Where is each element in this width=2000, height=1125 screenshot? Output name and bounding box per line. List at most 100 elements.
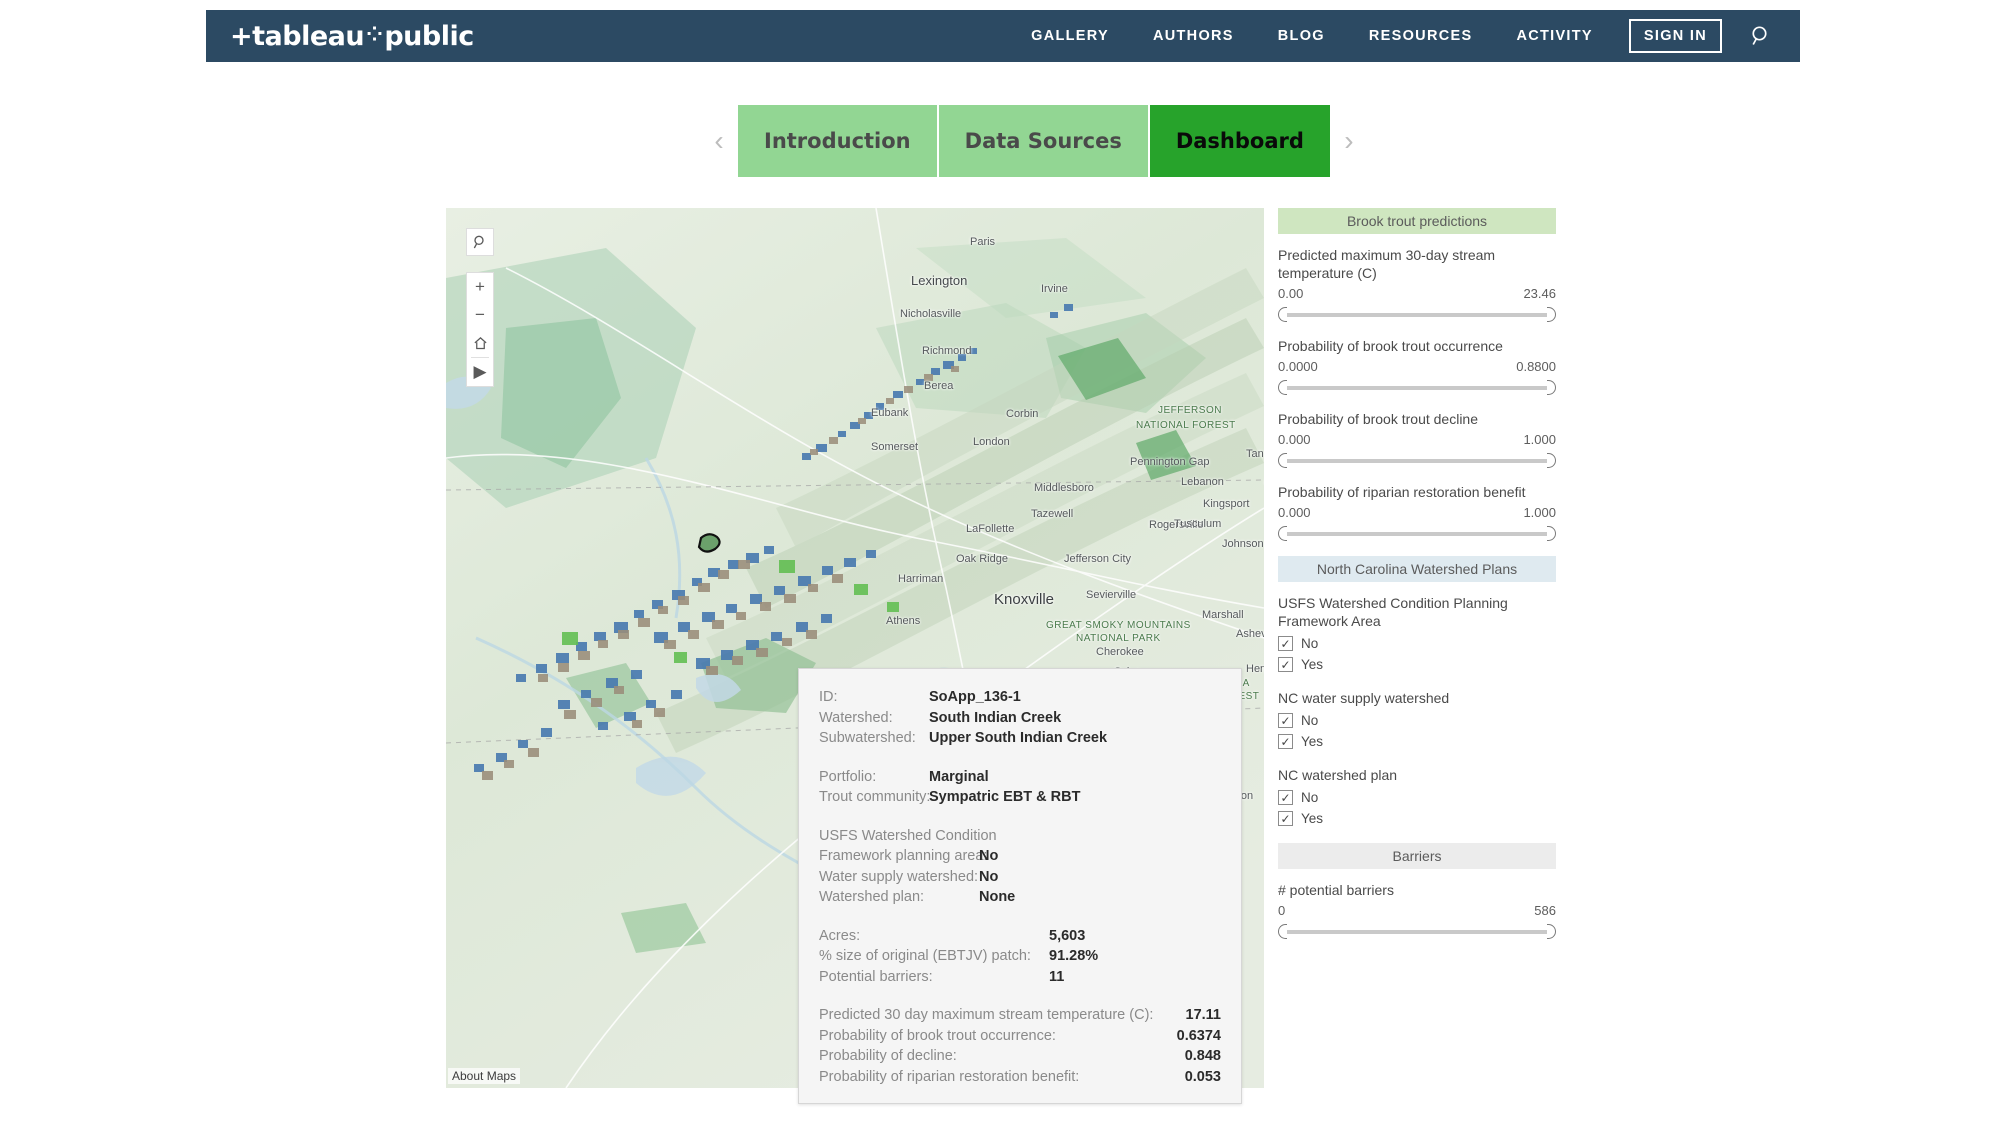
tooltip-row: Probability of decline: 0.848 xyxy=(819,1046,1221,1067)
tableau-public-logo[interactable]: + tableau ⁘ public xyxy=(230,21,474,52)
tooltip-spacer xyxy=(819,908,1221,926)
map-home-icon[interactable] xyxy=(466,329,494,357)
map-place-label: Marshall xyxy=(1202,609,1244,621)
checkbox-row[interactable]: ✓ No xyxy=(1278,633,1556,654)
map-place-label: Sevierville xyxy=(1086,589,1137,601)
slider-handle-min[interactable] xyxy=(1278,924,1287,939)
tooltip-value: None xyxy=(979,889,1016,905)
tooltip-key: Framework planning area: xyxy=(819,848,988,864)
sign-in-button[interactable]: SIGN IN xyxy=(1628,19,1722,53)
map-place-label: Corbin xyxy=(1006,408,1039,420)
tooltip-row: Acres: 5,603 xyxy=(819,926,1221,947)
tooltip-key: Acres: xyxy=(819,927,861,944)
filter-range-labels: 0.000 1.000 xyxy=(1278,505,1556,520)
checkbox-label: No xyxy=(1301,713,1319,728)
range-max: 23.46 xyxy=(1523,286,1556,301)
page-root: + tableau ⁘ public GALLERY AUTHORS BLOG RES… xyxy=(0,0,2000,1125)
search-icon[interactable] xyxy=(1748,23,1774,49)
section-title-barriers: Barriers xyxy=(1278,843,1556,869)
map-place-label: LaFollette xyxy=(966,523,1015,535)
tab-data-sources[interactable]: Data Sources xyxy=(938,105,1148,177)
tooltip-row: Portfolio: Marginal xyxy=(819,767,1221,788)
tooltip-row: Potential barriers: 11 xyxy=(819,967,1221,988)
filter-section-nc-watershed-plans: North Carolina Watershed Plans USFS Wate… xyxy=(1278,556,1556,829)
range-min: 0 xyxy=(1278,903,1286,918)
tooltip-spacer xyxy=(819,808,1221,826)
tabs-next-arrow-icon[interactable]: › xyxy=(1330,105,1368,177)
map-zoom-in-icon[interactable]: + xyxy=(466,273,494,301)
tab-introduction[interactable]: Introduction xyxy=(738,105,937,177)
map-place-label: Harriman xyxy=(898,573,944,585)
filter-temperature: Predicted maximum 30-day stream temperat… xyxy=(1278,246,1556,323)
map-place-label: Tanners xyxy=(1246,448,1264,460)
tooltip-value: Upper South Indian Creek xyxy=(929,730,1108,746)
filter-label: # potential barriers xyxy=(1278,882,1394,898)
tooltip-key: Potential barriers: xyxy=(819,968,933,985)
slider-handle-min[interactable] xyxy=(1278,526,1287,541)
map-place-label: Berea xyxy=(924,380,954,392)
slider-track[interactable] xyxy=(1285,313,1549,317)
checkbox-row[interactable]: ✓ No xyxy=(1278,787,1556,808)
nav-item-gallery[interactable]: GALLERY xyxy=(1009,28,1131,44)
range-min: 0.0000 xyxy=(1278,359,1318,374)
checkbox-row[interactable]: ✓ Yes xyxy=(1278,654,1556,675)
tooltip-row: Watershed plan: None xyxy=(819,887,1221,908)
range-slider-occurrence[interactable] xyxy=(1278,378,1556,396)
logo-plus: + xyxy=(230,20,253,52)
filter-range-labels: 0.0000 0.8800 xyxy=(1278,359,1556,374)
range-max: 0.8800 xyxy=(1516,359,1556,374)
slider-handle-min[interactable] xyxy=(1278,307,1287,322)
checkbox-group-nc-water-supply-watershed: NC water supply watershed ✓ No ✓ Yes xyxy=(1278,689,1556,752)
map-zoom-controls[interactable]: + − ▶ xyxy=(466,272,494,387)
range-min: 0.000 xyxy=(1278,432,1311,447)
checkbox-row[interactable]: ✓ No xyxy=(1278,710,1556,731)
slider-track[interactable] xyxy=(1285,930,1549,934)
tooltip-key: Portfolio: xyxy=(819,768,877,785)
checkbox-icon[interactable]: ✓ xyxy=(1278,811,1293,826)
checkbox-icon[interactable]: ✓ xyxy=(1278,713,1293,728)
tabs-prev-arrow-icon[interactable]: ‹ xyxy=(700,105,738,177)
range-slider-decline[interactable] xyxy=(1278,451,1556,469)
about-maps-link[interactable]: About Maps xyxy=(448,1068,521,1084)
checkbox-row[interactable]: ✓ Yes xyxy=(1278,808,1556,829)
range-max: 1.000 xyxy=(1523,505,1556,520)
map-place-label: GREAT SMOKY MOUNTAINS xyxy=(1046,620,1191,631)
tooltip-row: Probability of brook trout occurrence: 0.… xyxy=(819,1026,1221,1047)
slider-handle-max[interactable] xyxy=(1547,526,1556,541)
tooltip-value: 17.11 xyxy=(1185,1007,1222,1023)
filter-section-barriers: Barriers # potential barriers 0 586 xyxy=(1278,843,1556,940)
checkbox-icon[interactable]: ✓ xyxy=(1278,790,1293,805)
slider-track[interactable] xyxy=(1285,532,1549,536)
map-place-label: Middlesboro xyxy=(1034,482,1094,494)
nav-item-activity[interactable]: ACTIVITY xyxy=(1494,28,1614,44)
tab-dashboard[interactable]: Dashboard xyxy=(1149,105,1330,177)
map-place-label: Irvine xyxy=(1041,283,1068,295)
map-pan-play-icon[interactable]: ▶ xyxy=(466,358,494,386)
nav-item-authors[interactable]: AUTHORS xyxy=(1131,28,1256,44)
tooltip-value: 0.848 xyxy=(1184,1048,1221,1064)
checkbox-icon[interactable]: ✓ xyxy=(1278,657,1293,672)
slider-handle-max[interactable] xyxy=(1547,453,1556,468)
slider-handle-max[interactable] xyxy=(1547,307,1556,322)
nav-item-blog[interactable]: BLOG xyxy=(1256,28,1347,44)
nav-item-resources[interactable]: RESOURCES xyxy=(1347,28,1495,44)
tooltip-row: Subwatershed: Upper South Indian Creek xyxy=(819,728,1221,749)
slider-track[interactable] xyxy=(1285,386,1549,390)
slider-handle-max[interactable] xyxy=(1547,380,1556,395)
slider-handle-min[interactable] xyxy=(1278,453,1287,468)
range-slider-riparian-benefit[interactable] xyxy=(1278,524,1556,542)
map-search-icon[interactable] xyxy=(466,228,494,256)
map-zoom-out-icon[interactable]: − xyxy=(466,301,494,329)
range-slider-potential-barriers[interactable] xyxy=(1278,922,1556,940)
slider-handle-max[interactable] xyxy=(1547,924,1556,939)
slider-track[interactable] xyxy=(1285,459,1549,463)
tooltip-block-portfolio: Portfolio: Marginal Trout community: Sympa… xyxy=(819,767,1221,808)
checkbox-icon[interactable]: ✓ xyxy=(1278,734,1293,749)
slider-handle-min[interactable] xyxy=(1278,380,1287,395)
map-place-label: Somerset xyxy=(871,441,919,453)
range-slider-temperature[interactable] xyxy=(1278,305,1556,323)
checkbox-row[interactable]: ✓ Yes xyxy=(1278,731,1556,752)
filter-label: Probability of brook trout decline xyxy=(1278,411,1478,427)
map-place-label: NATIONAL FOREST xyxy=(1136,420,1236,431)
checkbox-icon[interactable]: ✓ xyxy=(1278,636,1293,651)
